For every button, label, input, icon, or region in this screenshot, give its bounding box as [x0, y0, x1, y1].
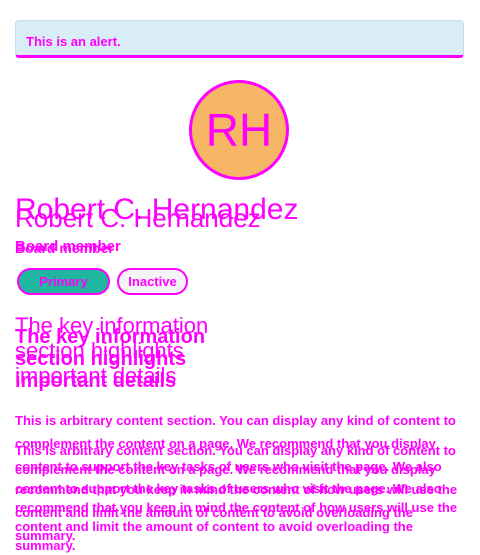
avatar: RH — [189, 80, 289, 180]
status-badge-inactive: Inactive — [117, 268, 188, 295]
avatar-initials: RH — [205, 104, 273, 156]
section-body-overlay: This is arbitrary content section. You c… — [15, 443, 458, 553]
status-badge-primary: Primary — [17, 268, 110, 295]
alert-banner: This is an alert. — [15, 20, 464, 58]
section-heading-overlay: The key information section highlights i… — [15, 326, 206, 392]
alert-text: This is an alert. — [26, 34, 121, 49]
profile-name-overlay: Robert C. Hernandez — [15, 203, 261, 233]
profile-role-overlay: Board member — [15, 240, 114, 256]
